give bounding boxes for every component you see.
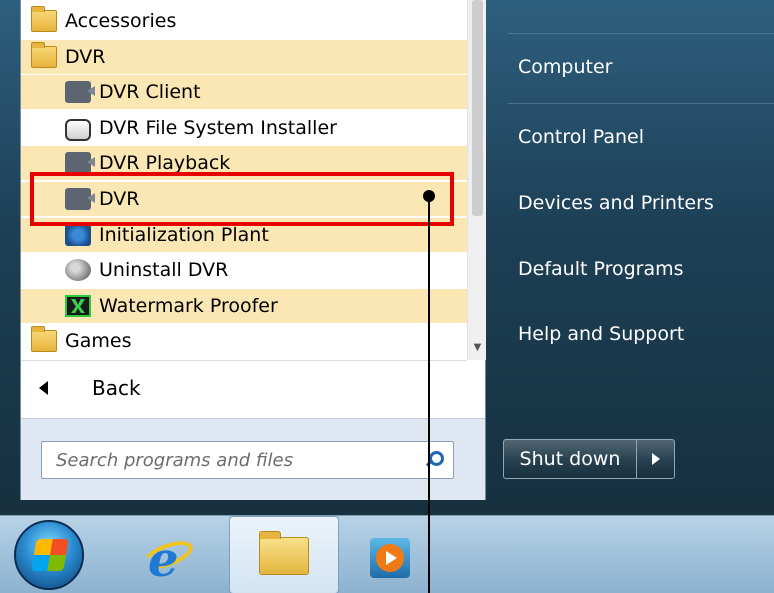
program-label: DVR File System Installer	[99, 117, 337, 139]
back-button[interactable]: Back	[21, 368, 467, 408]
divider	[21, 360, 467, 361]
program-label: Watermark Proofer	[99, 295, 278, 317]
shutdown-options-button[interactable]	[637, 440, 674, 478]
program-item-watermark-proofer[interactable]: Watermark Proofer	[21, 289, 467, 323]
folder-icon	[31, 42, 57, 68]
internet-explorer-icon[interactable]: e	[139, 528, 197, 588]
start-orb-icon[interactable]	[14, 520, 84, 590]
program-item-games[interactable]: Games	[21, 324, 467, 358]
shutdown-button-group: Shut down	[503, 439, 675, 479]
right-item-help-and-support[interactable]: Help and Support	[518, 323, 684, 345]
right-item-default-programs[interactable]: Default Programs	[518, 258, 684, 280]
camera-icon	[65, 81, 91, 103]
folder-icon	[31, 326, 57, 352]
chevron-right-icon	[651, 453, 660, 465]
programs-pane: Accessories DVR DVR Client DVR File Syst…	[20, 0, 486, 500]
search-area	[21, 418, 485, 500]
callout-pointer-line	[428, 196, 430, 593]
plant-icon	[65, 224, 91, 246]
media-player-icon[interactable]	[370, 528, 418, 582]
scrollbar-thumb[interactable]	[472, 0, 483, 216]
scroll-down-arrow-icon[interactable]: ▼	[472, 343, 483, 353]
program-label: DVR	[65, 46, 106, 68]
back-arrow-icon	[39, 381, 48, 395]
program-label: Accessories	[65, 10, 177, 32]
uninstall-icon	[65, 259, 91, 281]
drive-icon	[65, 119, 91, 141]
search-box[interactable]	[41, 441, 454, 479]
search-input[interactable]	[42, 445, 412, 475]
camera-icon	[65, 152, 91, 174]
folder-icon	[31, 6, 57, 32]
right-item-computer[interactable]: Computer	[518, 56, 612, 78]
program-item-dvr-folder[interactable]: DVR	[21, 40, 467, 74]
start-menu: Accessories DVR DVR Client DVR File Syst…	[0, 0, 774, 515]
taskbar: e	[0, 515, 774, 593]
program-item-dvr-file-system-installer[interactable]: DVR File System Installer	[21, 111, 467, 145]
divider	[508, 33, 774, 34]
program-label: DVR Playback	[99, 152, 231, 174]
program-label: Initialization Plant	[99, 224, 269, 246]
folder-icon	[259, 531, 309, 575]
right-item-devices-and-printers[interactable]: Devices and Printers	[518, 192, 714, 214]
program-label: Games	[65, 330, 132, 352]
watermark-icon	[65, 295, 91, 317]
divider	[508, 103, 774, 104]
back-label: Back	[92, 376, 141, 400]
program-label: Uninstall DVR	[99, 259, 229, 281]
shutdown-button[interactable]: Shut down	[504, 440, 637, 478]
windows-explorer-icon[interactable]	[229, 516, 339, 593]
callout-highlight-box	[30, 172, 454, 226]
programs-scrollbar[interactable]: ▼	[467, 0, 486, 360]
program-item-accessories[interactable]: Accessories	[21, 4, 467, 38]
program-item-dvr-client[interactable]: DVR Client	[21, 75, 467, 109]
play-icon	[376, 544, 404, 572]
program-item-uninstall-dvr[interactable]: Uninstall DVR	[21, 253, 467, 287]
right-item-control-panel[interactable]: Control Panel	[518, 126, 644, 148]
program-label: DVR Client	[99, 81, 201, 103]
